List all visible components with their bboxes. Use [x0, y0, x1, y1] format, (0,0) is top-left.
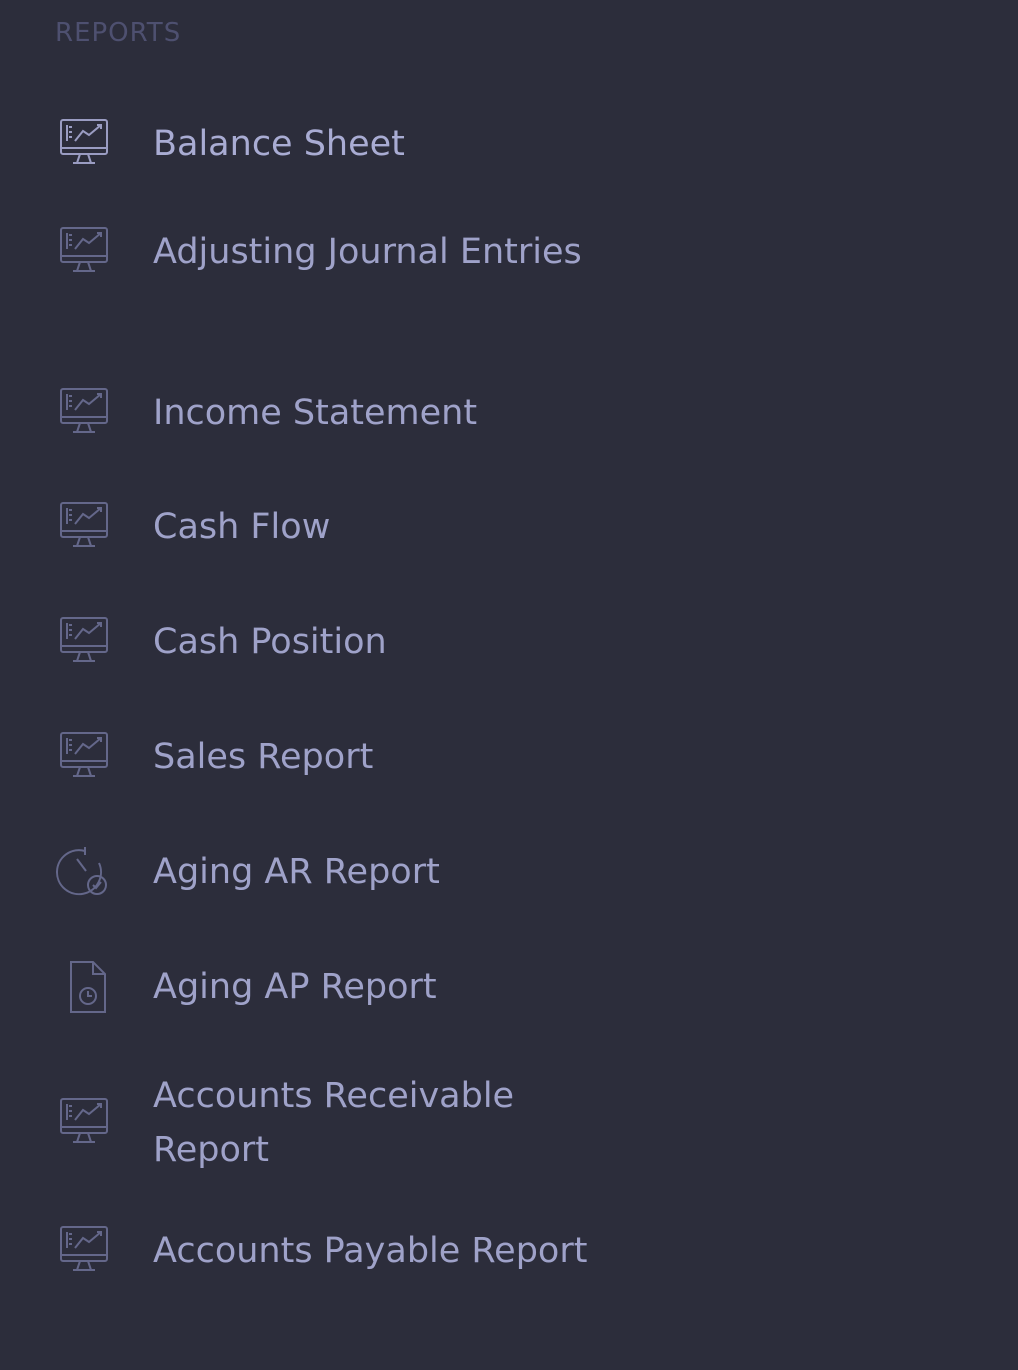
sidebar-item-adjusting-journal-entries[interactable]: Adjusting Journal Entries [55, 225, 675, 279]
sidebar-item-label: Cash Position [153, 622, 387, 662]
sidebar-item-label: Balance Sheet [153, 124, 405, 164]
sidebar-item-label: Accounts Receivable Report [153, 1076, 515, 1170]
sidebar-item-label: Cash Flow [153, 507, 331, 547]
sidebar-item-aging-ar-report[interactable]: Aging AR Report [55, 845, 675, 899]
sidebar-item-sales-report[interactable]: Sales Report [55, 730, 675, 784]
sidebar-item-accounts-receivable-report[interactable]: Accounts Receivable Report [55, 1069, 675, 1177]
sidebar-item-label: Aging AP Report [153, 967, 437, 1007]
sidebar-item-income-statement[interactable]: Income Statement [55, 386, 675, 440]
document-clock-icon [55, 960, 123, 1014]
section-title-reports: REPORTS [55, 18, 182, 48]
clock-check-icon [55, 845, 123, 899]
sidebar-item-cash-flow[interactable]: Cash Flow [55, 500, 675, 554]
monitor-chart-icon [55, 1096, 123, 1150]
sidebar-item-label: Sales Report [153, 737, 374, 777]
monitor-chart-icon [55, 386, 123, 440]
sidebar-item-accounts-payable-report[interactable]: Accounts Payable Report [55, 1224, 675, 1278]
sidebar-item-label: Accounts Payable Report [153, 1231, 588, 1271]
sidebar-item-aging-ap-report[interactable]: Aging AP Report [55, 960, 675, 1014]
monitor-chart-icon [55, 615, 123, 669]
sidebar-item-label: Aging AR Report [153, 852, 440, 892]
sidebar-item-balance-sheet[interactable]: Balance Sheet [55, 117, 675, 171]
monitor-chart-icon [55, 500, 123, 554]
sidebar-item-label: Adjusting Journal Entries [153, 232, 582, 272]
sidebar-item-cash-position[interactable]: Cash Position [55, 615, 675, 669]
monitor-chart-icon [55, 225, 123, 279]
monitor-chart-icon [55, 730, 123, 784]
monitor-chart-icon [55, 117, 123, 171]
monitor-chart-icon [55, 1224, 123, 1278]
sidebar-item-label: Income Statement [153, 393, 478, 433]
